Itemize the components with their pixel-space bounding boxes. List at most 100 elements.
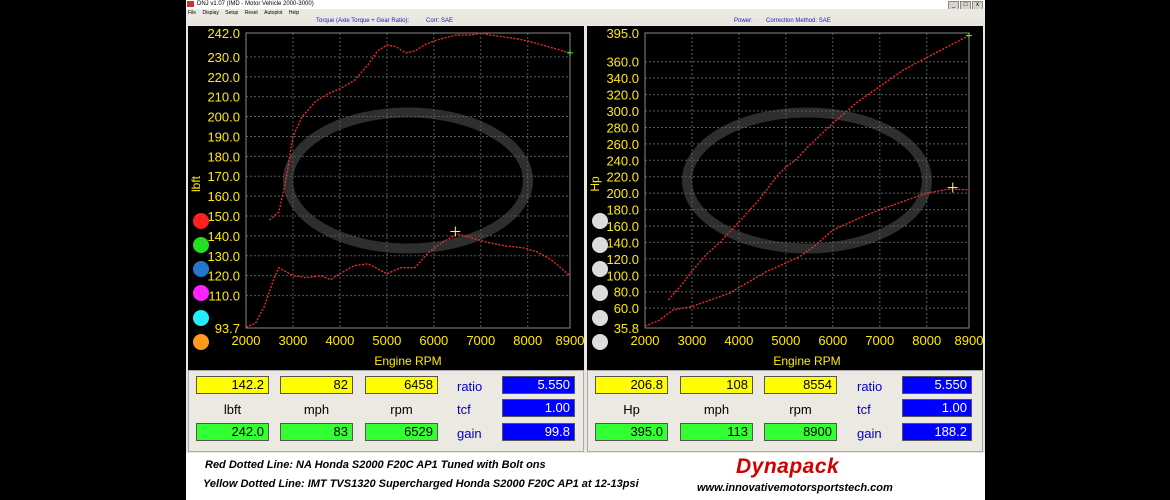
torque-panel-header: Torque (Axle Torque + Gear Ratio): xyxy=(316,18,410,24)
power-y-tick-label: 340.0 xyxy=(606,71,639,86)
torque-cursor-mph: 82 xyxy=(280,376,353,394)
torque-x-tick-label: 8000 xyxy=(513,333,542,348)
power-ratio-value: 5.550 xyxy=(902,376,972,394)
torque-cursor-value: 142.2 xyxy=(196,376,269,394)
power-y-axis-label: Hp xyxy=(588,176,602,192)
dynapack-logo: Dynapack xyxy=(736,455,840,478)
torque-y-tick-label: 110.0 xyxy=(208,289,240,304)
power-x-tick-label: 7000 xyxy=(865,333,894,348)
torque-x-axis-label: Engine RPM xyxy=(374,354,441,368)
torque-y-tick-label: 120.0 xyxy=(207,269,240,284)
power-y-tick-label: 280.0 xyxy=(606,120,639,135)
torque-y-tick-label: 190.0 xyxy=(207,129,240,144)
trace-color-blue[interactable] xyxy=(193,261,209,277)
power-x-axis-label: Engine RPM xyxy=(773,354,840,368)
red-line-note: Red Dotted Line: NA Honda S2000 F20C AP1… xyxy=(205,459,546,471)
power-rpm-label: rpm xyxy=(789,402,812,417)
power-x-tick-label: 5000 xyxy=(771,333,800,348)
menu-autoplot[interactable]: Autoplot xyxy=(264,10,282,16)
torque-y-tick-label: 150.0 xyxy=(207,209,240,224)
menu-setup[interactable]: Setup xyxy=(225,10,238,16)
trace-slot-6[interactable] xyxy=(592,334,608,350)
power-corr-label: Correction Method: SAE xyxy=(766,18,831,24)
power-y-tick-label: 160.0 xyxy=(606,219,639,234)
torque-ratio-value: 5.550 xyxy=(502,376,575,394)
website-url: www.innovativemotorsportstech.com xyxy=(697,482,893,494)
torque-ratio-label: ratio xyxy=(457,379,483,394)
torque-y-tick-label: 130.0 xyxy=(207,249,240,264)
power-chart: 2000 3000 4000 5000 6000 7000 8000 8900 395.0 360… xyxy=(587,26,983,371)
torque-y-tick-label: 170.0 xyxy=(207,169,240,184)
power-x-tick-label: 6000 xyxy=(818,333,847,348)
torque-y-tick-label: 200.0 xyxy=(207,110,240,125)
power-plot-frame xyxy=(644,32,970,329)
power-gain-value: 188.2 xyxy=(902,423,972,441)
torque-corr-label: Corr: SAE xyxy=(426,18,454,24)
power-y-tick-label: 200.0 xyxy=(606,186,639,201)
window-title: DNJ v1.07 (IMD - Motor Vehicle 2000-3000… xyxy=(197,1,314,7)
torque-unit-label: lbft xyxy=(223,402,242,417)
power-y-tick-label: 180.0 xyxy=(606,203,639,218)
trace-slot-3[interactable] xyxy=(592,261,608,277)
trace-slot-2[interactable] xyxy=(592,237,608,253)
torque-peak-value: 242.0 xyxy=(196,423,269,441)
power-gain-label: gain xyxy=(857,426,882,441)
power-y-tick-label: 395.0 xyxy=(606,26,639,41)
torque-y-tick-label: 220.0 xyxy=(207,70,240,85)
power-ratio-label: ratio xyxy=(857,379,883,394)
torque-x-tick-label: 7000 xyxy=(466,333,495,348)
power-plot: 2000 3000 4000 5000 6000 7000 8000 8900395.0360… xyxy=(588,26,983,368)
torque-mph-label: mph xyxy=(303,402,330,417)
trace-color-orange[interactable] xyxy=(193,334,209,350)
power-peak-value: 395.0 xyxy=(595,423,668,441)
dyno-window: DNJ v1.07 (IMD - Motor Vehicle 2000-3000… xyxy=(186,0,985,500)
app-icon xyxy=(187,1,194,7)
menu-display[interactable]: Display xyxy=(202,10,218,16)
trace-slot-1[interactable] xyxy=(592,213,608,229)
torque-x-tick-label: 6000 xyxy=(419,333,448,348)
power-x-tick-label: 8000 xyxy=(912,333,941,348)
torque-peak-mph: 83 xyxy=(280,423,353,441)
trace-slot-5[interactable] xyxy=(592,310,608,326)
power-unit-label: Hp xyxy=(623,402,640,417)
torque-chart: 2000 3000 4000 5000 6000 7000 8000 8900 242.0 230… xyxy=(188,26,584,371)
trace-color-magenta[interactable] xyxy=(193,285,209,301)
menu-help[interactable]: Help xyxy=(289,10,299,16)
torque-x-tick-label: 4000 xyxy=(325,333,354,348)
torque-y-tick-label: 210.0 xyxy=(207,90,240,105)
torque-cursor-rpm: 6458 xyxy=(365,376,438,394)
power-mph-label: mph xyxy=(703,402,730,417)
power-tcf-value: 1.00 xyxy=(902,399,972,417)
torque-tcf-value: 1.00 xyxy=(502,399,575,417)
torque-gain-value: 99.8 xyxy=(502,423,575,441)
power-watermark xyxy=(682,107,932,254)
menu-reset[interactable]: Reset xyxy=(245,10,258,16)
trace-color-cyan[interactable] xyxy=(193,310,209,326)
title-bar: DNJ v1.07 (IMD - Motor Vehicle 2000-3000… xyxy=(186,0,985,10)
power-y-tick-label: 220.0 xyxy=(606,170,639,185)
power-x-tick-label: 4000 xyxy=(724,333,753,348)
power-cursor-value: 206.8 xyxy=(595,376,668,394)
torque-x-tick-label: 3000 xyxy=(278,333,307,348)
power-x-tick-label: 3000 xyxy=(677,333,706,348)
power-y-tick-label: 120.0 xyxy=(606,252,639,267)
trace-color-green[interactable] xyxy=(193,237,209,253)
power-cursor-rpm: 8554 xyxy=(764,376,837,394)
power-peak-rpm: 8900 xyxy=(764,423,837,441)
torque-y-tick-label: 93.7 xyxy=(215,321,240,336)
torque-y-tick-label: 160.0 xyxy=(207,189,240,204)
trace-slot-4[interactable] xyxy=(592,285,608,301)
trace-color-red[interactable] xyxy=(193,213,209,229)
torque-y-tick-label: 140.0 xyxy=(207,229,240,244)
menu-file[interactable]: File xyxy=(188,10,196,16)
torque-peak-rpm: 6529 xyxy=(365,423,438,441)
power-cursor-mph: 108 xyxy=(680,376,753,394)
power-y-tick-label: 240.0 xyxy=(606,153,639,168)
power-y-tick-label: 260.0 xyxy=(606,137,639,152)
power-y-tick-label: 100.0 xyxy=(606,268,639,283)
power-peak-mph: 113 xyxy=(680,423,753,441)
torque-plot: 2000 3000 4000 5000 6000 7000 8000 8900242.0230… xyxy=(189,26,584,368)
power-y-tick-label: 35.8 xyxy=(614,321,639,336)
torque-tcf-label: tcf xyxy=(457,402,471,417)
power-y-tick-label: 360.0 xyxy=(606,55,639,70)
